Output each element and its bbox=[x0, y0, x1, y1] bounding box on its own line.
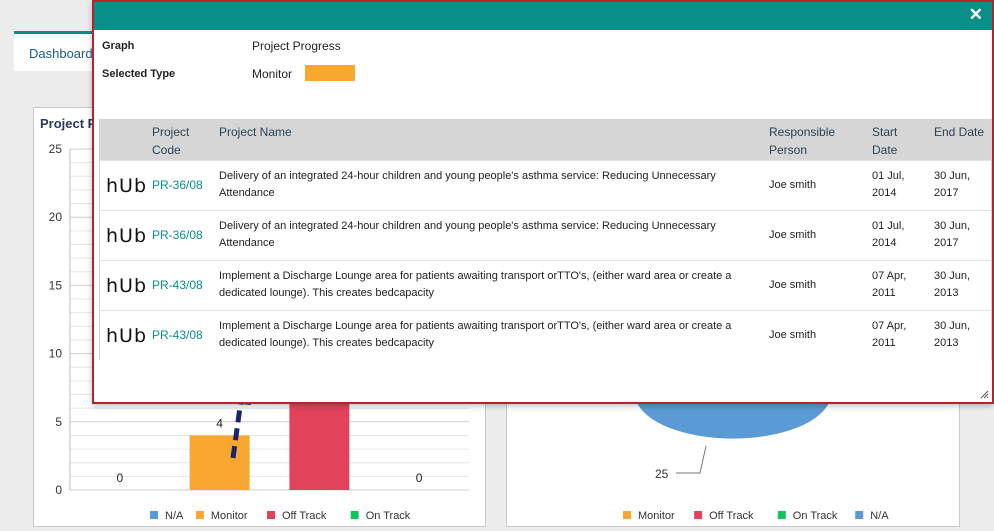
table-row[interactable]: hUb PR-43/08 Implement a Discharge Lounge … bbox=[100, 260, 991, 310]
legend-label: N/A bbox=[165, 510, 184, 522]
hub-logo-icon: hUb bbox=[106, 275, 148, 297]
selected-type-swatch bbox=[305, 65, 355, 81]
project-code-link[interactable]: PR-43/08 bbox=[152, 277, 203, 294]
y-tick-label: 0 bbox=[55, 483, 62, 497]
graph-label: Graph bbox=[102, 40, 135, 52]
grid-header: Project Code Project Name Responsible Pe… bbox=[100, 120, 991, 160]
project-name: Implement a Discharge Lounge area for pa… bbox=[219, 270, 732, 299]
legend-swatch bbox=[150, 511, 158, 519]
table-row[interactable]: hUb PR-43/08 Implement a Discharge Lounge … bbox=[100, 310, 991, 360]
col-end-date[interactable]: End Date bbox=[934, 123, 994, 141]
y-tick-label: 5 bbox=[55, 415, 62, 429]
table-row[interactable]: hUb PR-36/08 Delivery of an integrated 24-… bbox=[100, 210, 991, 260]
bar-data-label: 0 bbox=[416, 471, 423, 485]
start-date: 07 Apr, 2011 bbox=[872, 270, 907, 299]
selected-type-value: Monitor bbox=[252, 67, 293, 81]
legend-label: Monitor bbox=[211, 510, 248, 522]
project-code-link[interactable]: PR-36/08 bbox=[152, 177, 203, 194]
dialog-header: ✕ bbox=[94, 2, 992, 30]
end-date: 30 Jun, 2013 bbox=[934, 270, 971, 299]
pie-slice bbox=[636, 400, 830, 439]
legend-label: Off Track bbox=[709, 510, 754, 522]
end-date: 30 Jun, 2017 bbox=[934, 220, 971, 249]
hub-logo-icon: hUb bbox=[106, 175, 148, 197]
legend-swatch bbox=[195, 511, 204, 519]
y-tick-label: 25 bbox=[49, 142, 63, 156]
hub-logo-icon: hUb bbox=[106, 225, 148, 247]
legend-swatch bbox=[623, 511, 631, 519]
legend-swatch bbox=[267, 511, 275, 519]
pie-slice-label: 25 bbox=[655, 467, 669, 481]
start-date: 01 Jul, 2014 bbox=[872, 170, 905, 199]
col-responsible-person[interactable]: Responsible Person bbox=[769, 123, 859, 159]
selected-type-label: Selected Type bbox=[102, 68, 176, 80]
project-name: Delivery of an integrated 24-hour childr… bbox=[219, 170, 716, 199]
legend-swatch bbox=[350, 511, 359, 519]
bar-monitor bbox=[189, 435, 250, 490]
graph-value: Project Progress bbox=[252, 39, 341, 53]
legend-swatch bbox=[694, 511, 703, 519]
start-date: 01 Jul, 2014 bbox=[872, 220, 905, 249]
legend-label: Off Track bbox=[282, 510, 327, 522]
end-date: 30 Jun, 2017 bbox=[934, 170, 971, 199]
col-start-date[interactable]: Start Date bbox=[872, 123, 912, 159]
project-name: Implement a Discharge Lounge area for pa… bbox=[219, 320, 732, 349]
col-project-code[interactable]: Project Code bbox=[152, 123, 212, 159]
bar-data-label: 4 bbox=[216, 416, 223, 430]
pie-label-leader bbox=[676, 445, 707, 474]
y-tick-label: 10 bbox=[49, 347, 63, 361]
project-grid: Project Code Project Name Responsible Pe… bbox=[99, 119, 992, 360]
col-project-name[interactable]: Project Name bbox=[219, 123, 292, 141]
y-tick-label: 20 bbox=[49, 210, 63, 224]
responsible-person: Joe smith bbox=[769, 179, 817, 191]
start-date: 07 Apr, 2011 bbox=[872, 320, 907, 349]
legend-label: On Track bbox=[366, 510, 411, 522]
resize-handle-icon[interactable] bbox=[979, 389, 989, 399]
legend-swatch bbox=[777, 511, 786, 519]
y-tick-label: 15 bbox=[49, 278, 63, 292]
project-name: Delivery of an integrated 24-hour childr… bbox=[219, 220, 716, 249]
responsible-person: Joe smith bbox=[769, 229, 817, 241]
responsible-person: Joe smith bbox=[769, 279, 817, 291]
close-icon[interactable]: ✕ bbox=[969, 5, 983, 25]
legend-swatch bbox=[855, 511, 864, 519]
responsible-person: Joe smith bbox=[769, 329, 817, 341]
project-code-link[interactable]: PR-43/08 bbox=[152, 327, 203, 344]
end-date: 30 Jun, 2013 bbox=[934, 320, 971, 349]
table-row[interactable]: hUb PR-36/08 Delivery of an integrated 24-… bbox=[100, 160, 991, 210]
legend-label: N/A bbox=[870, 510, 889, 522]
bar-data-label: 0 bbox=[117, 471, 124, 485]
legend-label: Monitor bbox=[638, 510, 675, 522]
project-code-link[interactable]: PR-36/08 bbox=[152, 227, 203, 244]
hub-logo-icon: hUb bbox=[106, 325, 148, 347]
project-list-dialog: ✕ Graph Project Progress Selected Type M… bbox=[92, 0, 994, 404]
legend-label: On Track bbox=[793, 510, 838, 522]
